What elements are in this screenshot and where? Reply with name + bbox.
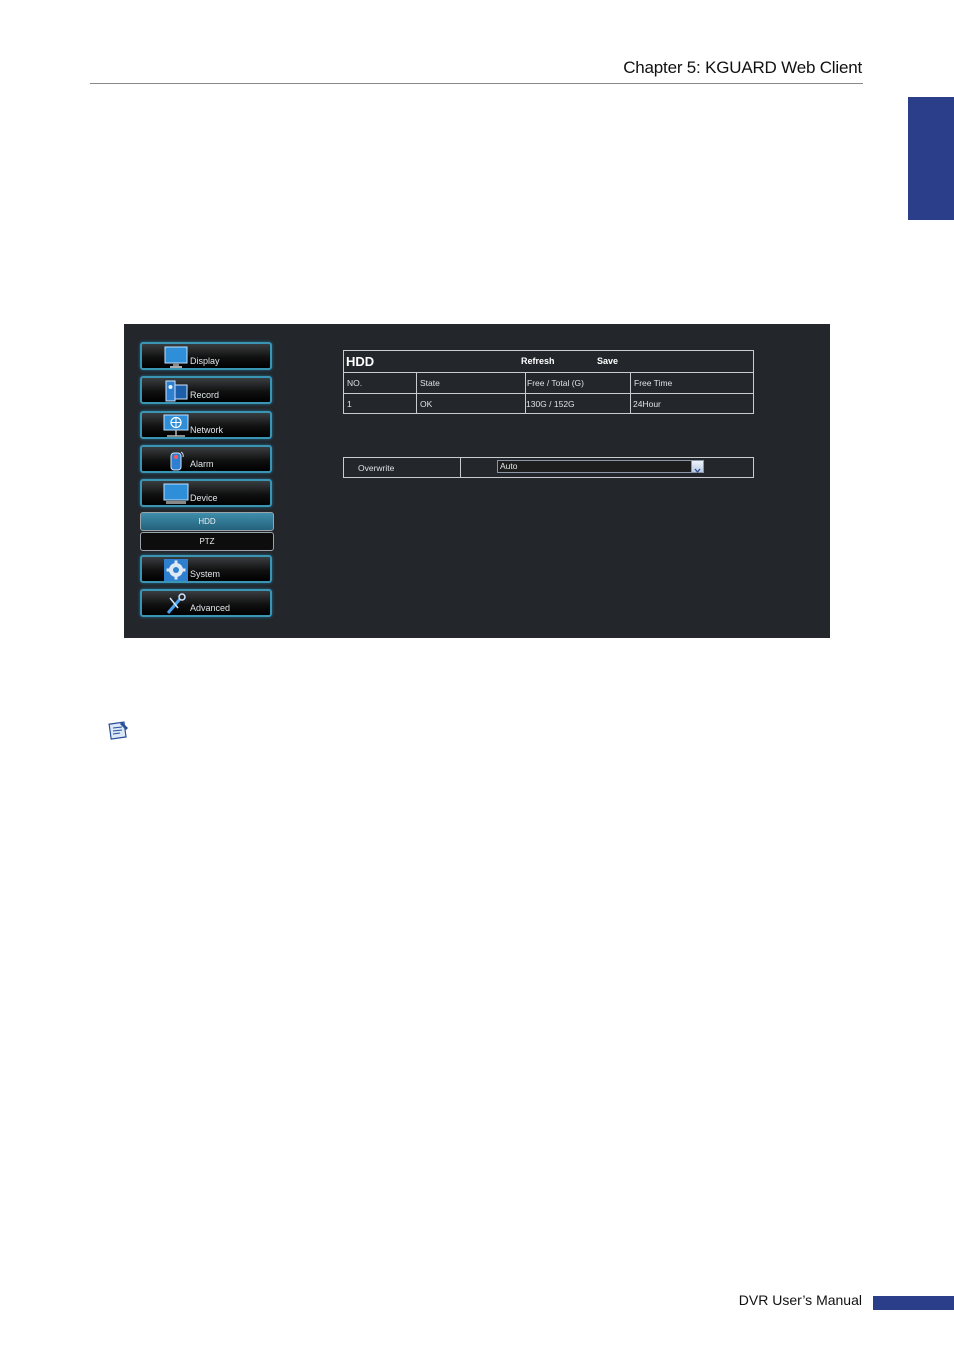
menu-label: System xyxy=(190,569,221,579)
submenu-hdd-button[interactable]: HDD xyxy=(140,512,274,531)
footer-page-bar xyxy=(873,1296,954,1310)
row-divider xyxy=(460,458,461,477)
menu-label: Network xyxy=(190,425,224,435)
alarm-icon xyxy=(170,451,184,471)
table-cell-no: 1 xyxy=(347,399,352,409)
save-button[interactable]: Save xyxy=(597,356,618,366)
note-icon xyxy=(108,721,128,740)
column-header-free-total: Free / Total (G) xyxy=(527,378,584,388)
menu-network-button[interactable]: Network xyxy=(140,411,272,439)
menu-label: Advanced xyxy=(190,603,231,613)
menu-label: Device xyxy=(190,493,218,503)
network-globe-icon xyxy=(163,414,189,437)
chapter-title: Chapter 5: KGUARD Web Client xyxy=(623,58,862,77)
table-cell-free-total: 130G / 152G xyxy=(526,399,575,409)
hdd-title: HDD xyxy=(346,354,375,369)
menu-device-button[interactable]: Device xyxy=(140,479,272,507)
footer-manual-title: DVR User’s Manual xyxy=(738,1292,862,1308)
overwrite-selected-value: Auto xyxy=(500,461,518,471)
submenu-ptz-button[interactable]: PTZ xyxy=(140,532,274,551)
header-divider xyxy=(90,83,863,84)
table-cell-state: OK xyxy=(420,399,433,409)
side-tab-marker xyxy=(908,97,954,220)
device-monitor-icon xyxy=(163,483,189,504)
monitor-icon xyxy=(164,346,188,368)
gear-icon xyxy=(164,559,188,581)
overwrite-label: Overwrite xyxy=(358,463,395,473)
menu-system-button[interactable]: System xyxy=(140,555,272,583)
hdd-panel: HDD Refresh Save NO. State Free / Total … xyxy=(343,350,754,414)
tools-icon xyxy=(166,593,186,614)
column-header-no: NO. xyxy=(347,378,363,388)
menu-display-button[interactable]: Display xyxy=(140,342,272,370)
table-divider xyxy=(344,393,753,394)
menu-record-button[interactable]: Record xyxy=(140,376,272,404)
overwrite-row: Overwrite Auto xyxy=(343,457,754,478)
chevron-down-icon[interactable] xyxy=(691,461,703,474)
menu-advanced-button[interactable]: Advanced xyxy=(140,589,272,617)
record-icon xyxy=(165,380,188,402)
overwrite-select[interactable]: Auto xyxy=(497,460,704,474)
menu-label: Display xyxy=(190,356,220,366)
web-client-window: Display Record Network Alarm Device HDD … xyxy=(124,324,830,638)
table-divider xyxy=(416,372,417,413)
column-header-free-time: Free Time xyxy=(634,378,673,388)
menu-label: Alarm xyxy=(190,459,214,469)
menu-label: Record xyxy=(190,390,220,400)
menu-alarm-button[interactable]: Alarm xyxy=(140,445,272,473)
table-divider xyxy=(630,372,631,413)
table-cell-free-time: 24Hour xyxy=(633,399,661,409)
table-divider xyxy=(344,372,753,373)
column-header-state: State xyxy=(420,378,440,388)
refresh-button[interactable]: Refresh xyxy=(521,356,555,366)
